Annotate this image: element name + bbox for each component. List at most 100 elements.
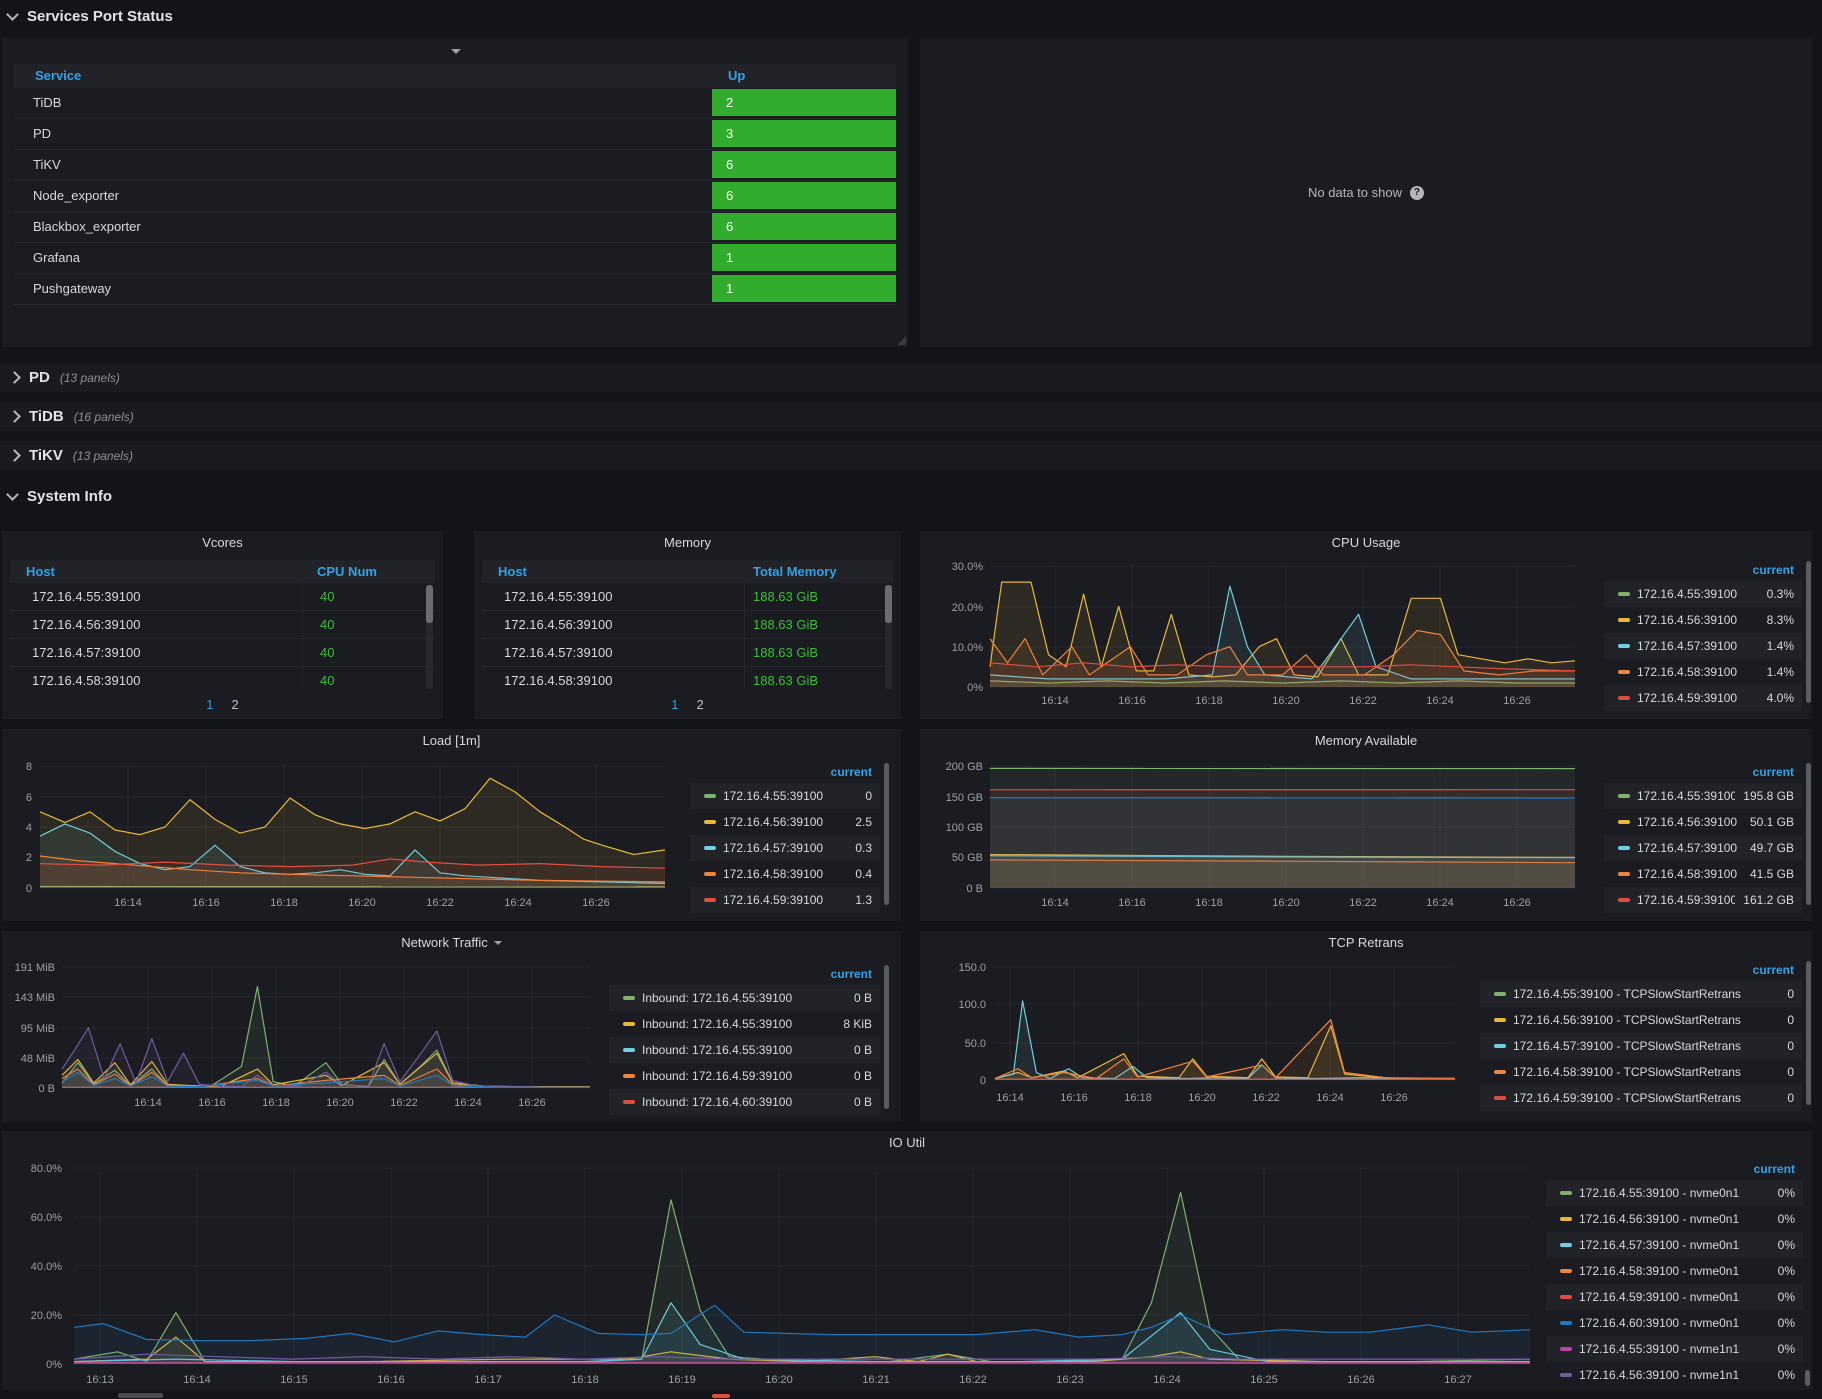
row-header-tidb[interactable]: TiDB (16 panels)	[0, 402, 1822, 431]
column-header-service[interactable]: Service	[35, 64, 81, 88]
legend-item[interactable]: 172.16.4.59:39100 - nvme0n10%	[1546, 1284, 1803, 1310]
legend-item[interactable]: Inbound: 172.16.4.60:391000 B	[609, 1089, 880, 1115]
legend-label: 172.16.4.56:39100	[1637, 613, 1759, 627]
legend-value: 0	[865, 789, 872, 803]
svg-text:16:19: 16:19	[668, 1374, 696, 1386]
row-header-pd[interactable]: PD (13 panels)	[0, 363, 1822, 392]
legend-item[interactable]: 172.16.4.59:39100 - TCPSlowStartRetrans0	[1480, 1085, 1802, 1111]
legend-item[interactable]: Inbound: 172.16.4.55:391000 B	[609, 1037, 880, 1063]
legend-value: 8.3%	[1767, 613, 1794, 627]
legend-label: 172.16.4.59:39100	[1637, 893, 1735, 907]
cpu-usage-panel: CPU Usage 30.0%20.0%10.0%0%16:1416:1616:…	[920, 531, 1812, 719]
panel-title[interactable]: Vcores	[2, 535, 443, 551]
legend-item[interactable]: 172.16.4.57:39100 - TCPSlowStartRetrans0	[1480, 1033, 1802, 1059]
row-header-services-port-status[interactable]: Services Port Status	[0, 2, 173, 30]
legend-item[interactable]: 172.16.4.56:39100 - nvme0n10%	[1546, 1206, 1803, 1232]
legend-item[interactable]: 172.16.4.57:391000.3	[690, 835, 880, 861]
legend-current-header: current	[690, 761, 880, 783]
legend-item[interactable]: 172.16.4.58:391000.4	[690, 861, 880, 887]
dropdown-caret-icon[interactable]	[451, 49, 461, 54]
table-row: 172.16.4.57:3910040	[10, 639, 435, 667]
legend-item[interactable]: 172.16.4.58:391001.4%	[1604, 659, 1802, 685]
svg-text:16:22: 16:22	[1252, 1092, 1280, 1104]
legend-item[interactable]: 172.16.4.58:39100 - nvme0n10%	[1546, 1258, 1803, 1284]
row-title: TiDB	[29, 408, 64, 425]
legend-scrollbar[interactable]	[1806, 561, 1811, 703]
legend-item[interactable]: Inbound: 172.16.4.59:391000 B	[609, 1063, 880, 1089]
page-button[interactable]: 2	[697, 697, 704, 712]
up-value-cell: 1	[712, 244, 896, 271]
legend-scrollbar[interactable]	[884, 965, 889, 1109]
legend-item[interactable]: 172.16.4.55:39100 - nvme1n10%	[1546, 1336, 1803, 1362]
svg-text:16:26: 16:26	[1503, 695, 1531, 707]
svg-text:2: 2	[26, 852, 32, 864]
legend-item[interactable]: 172.16.4.58:39100 - TCPSlowStartRetrans0	[1480, 1059, 1802, 1085]
legend-item[interactable]: 172.16.4.58:3910041.5 GB	[1604, 861, 1802, 887]
svg-text:0: 0	[980, 1075, 986, 1087]
svg-text:16:23: 16:23	[1056, 1374, 1084, 1386]
legend-item[interactable]: 172.16.4.56:391002.5	[690, 809, 880, 835]
legend-item[interactable]: 172.16.4.57:391001.4%	[1604, 633, 1802, 659]
legend-item[interactable]: 172.16.4.59:391001.3	[690, 887, 880, 913]
legend-value: 0.3	[855, 841, 872, 855]
legend-item[interactable]: Inbound: 172.16.4.55:391008 KiB	[609, 1011, 880, 1037]
legend-item[interactable]: 172.16.4.55:391000	[690, 783, 880, 809]
column-header-host[interactable]: Host	[498, 560, 527, 583]
legend-item[interactable]: 172.16.4.60:39100 - nvme0n10%	[1546, 1310, 1803, 1336]
legend-value: 0%	[1778, 1368, 1795, 1382]
page-button[interactable]: 2	[232, 697, 239, 712]
scrollbar-thumb[interactable]	[885, 585, 892, 623]
scrollbar-thumb[interactable]	[426, 585, 433, 623]
column-header-total-memory[interactable]: Total Memory	[753, 560, 837, 583]
column-header-up[interactable]: Up	[728, 64, 745, 88]
table-scrollbar[interactable]	[885, 585, 892, 689]
chart-plot: 80.0%60.0%40.0%20.0%0%16:1316:1416:1516:…	[2, 1131, 1812, 1390]
column-header-cpu-num[interactable]: CPU Num	[317, 560, 377, 583]
legend-item[interactable]: 172.16.4.56:39100 8.3%	[1604, 607, 1802, 633]
legend-item[interactable]: 172.16.4.59:39100161.2 GB	[1604, 887, 1802, 913]
row-header-system-info[interactable]: System Info	[0, 482, 112, 510]
svg-text:16:20: 16:20	[765, 1374, 793, 1386]
table-row: 172.16.4.55:3910040	[10, 583, 435, 611]
legend-scrollbar[interactable]	[1806, 763, 1811, 905]
panel-resize-handle[interactable]	[897, 336, 906, 345]
legend-item[interactable]: 172.16.4.55:391000.3%	[1604, 581, 1802, 607]
legend-item[interactable]: 172.16.4.55:39100195.8 GB	[1604, 783, 1802, 809]
svg-text:16:24: 16:24	[1153, 1374, 1181, 1386]
value-cell: 188.63 GiB	[753, 639, 818, 666]
page-button[interactable]: 1	[206, 697, 213, 712]
row-panel-count: (13 panels)	[73, 449, 133, 463]
legend-item[interactable]: 172.16.4.56:3910050.1 GB	[1604, 809, 1802, 835]
legend-item[interactable]: 172.16.4.55:39100 - nvme0n10%	[1546, 1180, 1803, 1206]
up-value-cell: 1	[712, 275, 896, 302]
series-color-dash	[1618, 898, 1630, 902]
legend-item[interactable]: 172.16.4.57:39100 - nvme0n10%	[1546, 1232, 1803, 1258]
table-scrollbar[interactable]	[426, 585, 433, 689]
service-name-cell: PD	[14, 126, 51, 141]
svg-text:16:22: 16:22	[1349, 897, 1377, 909]
legend-item[interactable]: 172.16.4.55:39100 - TCPSlowStartRetrans0	[1480, 981, 1802, 1007]
series-color-dash	[704, 846, 716, 850]
no-data-panel: No data to show ?	[920, 38, 1812, 347]
legend-scrollbar[interactable]	[884, 763, 889, 905]
svg-text:16:27: 16:27	[1444, 1374, 1472, 1386]
svg-text:16:24: 16:24	[504, 897, 532, 909]
help-icon[interactable]: ?	[1410, 186, 1424, 200]
legend-scrollbar[interactable]	[1805, 1370, 1810, 1386]
memory-available-panel: Memory Available 200 GB150 GB100 GB50 GB…	[920, 729, 1812, 921]
series-color-dash	[1618, 592, 1630, 596]
svg-text:50.0: 50.0	[965, 1038, 986, 1050]
legend-scrollbar[interactable]	[1806, 961, 1811, 1105]
legend-item[interactable]: 172.16.4.56:39100 - nvme1n10%	[1546, 1362, 1803, 1388]
legend-item[interactable]: 172.16.4.57:3910049.7 GB	[1604, 835, 1802, 861]
column-header-host[interactable]: Host	[26, 560, 55, 583]
legend-item[interactable]: Inbound: 172.16.4.55:391000 B	[609, 985, 880, 1011]
panel-title[interactable]: Memory	[474, 535, 901, 551]
legend-item[interactable]: 172.16.4.56:39100 - TCPSlowStartRetrans0	[1480, 1007, 1802, 1033]
series-color-dash	[704, 898, 716, 902]
svg-text:16:24: 16:24	[1316, 1092, 1344, 1104]
legend-current-header: current	[609, 963, 880, 985]
page-button[interactable]: 1	[671, 697, 678, 712]
legend-item[interactable]: 172.16.4.59:391004.0%	[1604, 685, 1802, 711]
row-header-tikv[interactable]: TiKV (13 panels)	[0, 441, 1822, 470]
